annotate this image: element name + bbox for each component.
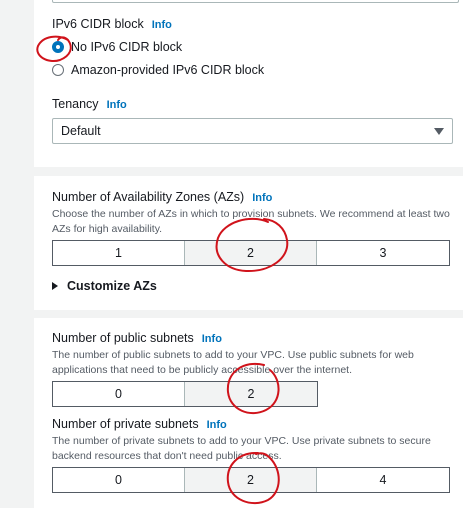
tenancy-info-link[interactable]: Info [107,99,127,111]
tenancy-label-text: Tenancy [52,97,99,111]
radio-no-ipv6-control[interactable] [52,41,64,53]
ipv6-label: IPv6 CIDR block Info [52,17,172,31]
customize-azs-expander[interactable]: Customize AZs [52,279,157,293]
private-subnets-label-text: Number of private subnets [52,417,199,431]
radio-amazon-ipv6-label: Amazon-provided IPv6 CIDR block [71,63,265,77]
private-subnets-info-link[interactable]: Info [207,419,227,431]
azs-option-1[interactable]: 1 [53,241,185,265]
previous-field-edge [52,0,459,3]
vpc-settings-panel: IPv6 CIDR block Info No IPv6 CIDR block A… [34,0,463,167]
public-subnets-option-2[interactable]: 2 [185,382,317,406]
radio-amazon-ipv6[interactable]: Amazon-provided IPv6 CIDR block [52,63,264,77]
public-subnets-label: Number of public subnets Info [52,331,222,345]
public-subnets-description: The number of public subnets to add to y… [52,349,414,376]
tenancy-label: Tenancy Info [52,97,127,111]
tenancy-select[interactable]: Default [52,118,453,144]
private-subnets-option-2[interactable]: 2 [185,468,317,492]
public-subnets-segmented-control: 0 2 [52,381,318,407]
ipv6-label-text: IPv6 CIDR block [52,17,144,31]
caret-down-icon [434,127,444,135]
azs-option-3[interactable]: 3 [317,241,449,265]
public-subnets-option-0[interactable]: 0 [53,382,185,406]
caret-right-icon [52,282,58,290]
azs-label-text: Number of Availability Zones (AZs) [52,190,245,204]
az-panel: Number of Availability Zones (AZs) Info C… [34,176,463,310]
radio-no-ipv6-label: No IPv6 CIDR block [71,40,183,54]
radio-amazon-ipv6-control[interactable] [52,64,64,76]
private-subnets-option-0[interactable]: 0 [53,468,185,492]
ipv6-info-link[interactable]: Info [152,19,172,31]
azs-info-link[interactable]: Info [252,192,272,204]
private-subnets-option-4[interactable]: 4 [317,468,449,492]
private-subnets-description: The number of private subnets to add to … [52,435,431,462]
azs-label: Number of Availability Zones (AZs) Info [52,190,272,204]
customize-azs-label: Customize AZs [67,279,157,293]
private-subnets-label: Number of private subnets Info [52,417,227,431]
subnets-panel: Number of public subnets Info The number … [34,318,463,508]
azs-option-2[interactable]: 2 [185,241,317,265]
public-subnets-label-text: Number of public subnets [52,331,194,345]
private-subnets-segmented-control: 0 2 4 [52,467,450,493]
radio-no-ipv6[interactable]: No IPv6 CIDR block [52,40,182,54]
public-subnets-info-link[interactable]: Info [202,333,222,345]
azs-segmented-control: 1 2 3 [52,240,450,266]
azs-description: Choose the number of AZs in which to pro… [52,208,450,235]
tenancy-select-value: Default [61,124,101,138]
